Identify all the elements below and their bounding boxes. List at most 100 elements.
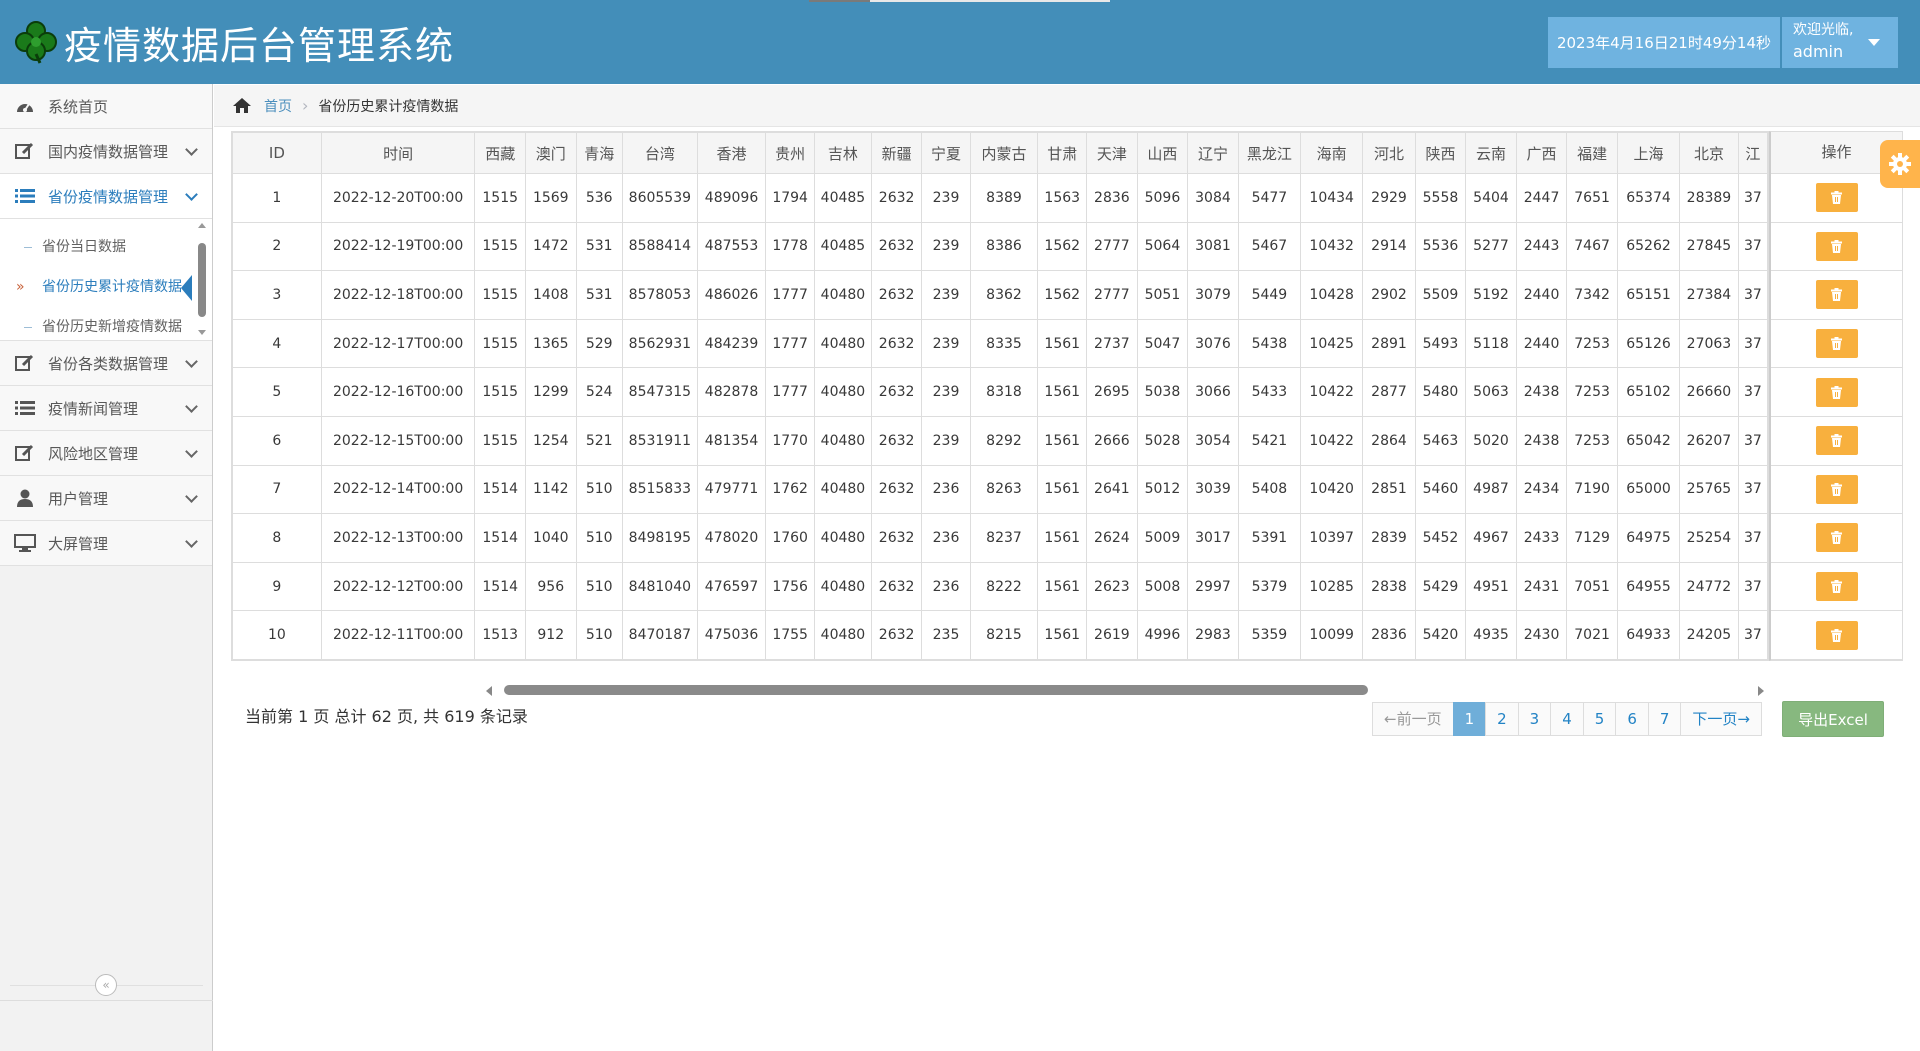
column-header[interactable]: ID: [232, 132, 322, 174]
table-cell: 3039: [1187, 464, 1239, 515]
home-icon[interactable]: [232, 97, 252, 114]
table-cell: 5408: [1237, 464, 1302, 515]
page-4-button[interactable]: 4: [1550, 702, 1584, 736]
sidebar-item-national-data[interactable]: 国内疫情数据管理: [0, 129, 212, 174]
prev-page-button[interactable]: ←前一页: [1372, 702, 1454, 736]
column-header[interactable]: 新疆: [870, 132, 923, 174]
breadcrumb-home-link[interactable]: 首页: [264, 96, 292, 116]
column-header[interactable]: 香港: [696, 132, 767, 174]
column-header[interactable]: 江: [1737, 132, 1768, 174]
table-row: 9 2022-12-12T00:00 1514 956 510 8481040 476597…: [232, 561, 1768, 612]
double-chevron-left-icon[interactable]: «: [95, 974, 117, 996]
sidebar-item-home[interactable]: 系统首页: [0, 84, 212, 129]
submenu-item-daily[interactable]: 省份当日数据: [0, 227, 196, 267]
table-cell: 481354: [696, 415, 767, 466]
action-cell: [1771, 417, 1902, 466]
column-header[interactable]: 贵州: [765, 132, 816, 174]
delete-button[interactable]: [1815, 377, 1858, 407]
caret-down-icon: [1868, 39, 1880, 46]
trash-icon: [1831, 434, 1842, 448]
delete-button[interactable]: [1815, 329, 1858, 359]
column-header[interactable]: 时间: [320, 132, 476, 174]
action-cell: [1771, 466, 1902, 515]
column-header[interactable]: 宁夏: [921, 132, 971, 174]
submenu-item-history-cumulative[interactable]: » 省份历史累计疫情数据: [0, 267, 196, 307]
delete-button[interactable]: [1815, 572, 1858, 602]
column-header[interactable]: 广西: [1515, 132, 1568, 174]
column-header[interactable]: 内蒙古: [969, 132, 1039, 174]
table-cell: 5460: [1414, 464, 1467, 515]
page-5-button[interactable]: 5: [1582, 702, 1617, 736]
column-header[interactable]: 陕西: [1414, 132, 1467, 174]
page-2-button[interactable]: 2: [1485, 702, 1519, 736]
settings-gear-icon[interactable]: [1880, 140, 1920, 188]
delete-button[interactable]: [1815, 474, 1858, 504]
table-cell: 1756: [765, 561, 816, 612]
sidebar-item-users[interactable]: 用户管理: [0, 476, 212, 521]
page-1-button[interactable]: 1: [1452, 702, 1487, 736]
table-cell: 1569: [524, 173, 577, 223]
delete-button[interactable]: [1815, 280, 1858, 310]
column-header[interactable]: 山西: [1136, 132, 1189, 174]
sidebar-item-province-data[interactable]: 省份疫情数据管理: [0, 174, 212, 219]
sidebar-item-news[interactable]: 疫情新闻管理: [0, 386, 212, 431]
sidebar-item-screen[interactable]: 大屏管理: [0, 521, 212, 566]
scroll-right-icon[interactable]: [1758, 686, 1764, 696]
delete-button[interactable]: [1815, 231, 1858, 261]
column-header[interactable]: 甘肃: [1037, 132, 1088, 174]
table-cell: 25765: [1679, 464, 1739, 515]
table-cell: 239: [921, 221, 971, 272]
column-header[interactable]: 北京: [1679, 132, 1739, 174]
table-cell: 1365: [524, 318, 577, 369]
top-navbar: 疫情数据后台管理系统 2023年4月16日21时49分14秒 欢迎光临, adm…: [0, 0, 1920, 84]
brand[interactable]: 疫情数据后台管理系统: [14, 14, 454, 70]
column-header[interactable]: 吉林: [814, 132, 872, 174]
horizontal-scrollbar[interactable]: [486, 683, 1764, 697]
column-header[interactable]: 福建: [1566, 132, 1618, 174]
delete-button[interactable]: [1815, 183, 1858, 213]
table-cell: 1562: [1037, 221, 1088, 272]
dashboard-icon: [14, 96, 36, 116]
table-cell: 8386: [969, 221, 1039, 272]
sidebar-item-province-category[interactable]: 省份各类数据管理: [0, 341, 212, 386]
column-header[interactable]: 河北: [1362, 132, 1416, 174]
table-cell: 26207: [1679, 415, 1739, 466]
scroll-left-icon[interactable]: [486, 686, 492, 696]
table-cell: 2438: [1515, 415, 1568, 466]
table-cell: 10285: [1300, 561, 1364, 612]
table-cell: 476597: [696, 561, 767, 612]
delete-button[interactable]: [1815, 523, 1858, 553]
sidebar-item-risk-areas[interactable]: 风险地区管理: [0, 431, 212, 476]
export-excel-button[interactable]: 导出Excel: [1782, 701, 1884, 737]
column-header[interactable]: 辽宁: [1187, 132, 1239, 174]
submenu-scrollbar[interactable]: [197, 223, 207, 335]
table-cell: 2022-12-20T00:00: [320, 173, 476, 223]
column-header[interactable]: 上海: [1616, 132, 1681, 174]
table-cell: 5558: [1414, 173, 1467, 223]
table-cell: 7051: [1566, 561, 1618, 612]
delete-button[interactable]: [1815, 620, 1858, 650]
column-header[interactable]: 澳门: [524, 132, 577, 174]
column-header[interactable]: 青海: [575, 132, 623, 174]
table-cell: 5047: [1136, 318, 1189, 369]
table-cell: 5509: [1414, 270, 1467, 320]
table-cell: 2632: [870, 221, 923, 272]
user-menu[interactable]: 欢迎光临, admin: [1782, 17, 1898, 68]
table-cell: 2632: [870, 561, 923, 612]
page-6-button[interactable]: 6: [1615, 702, 1649, 736]
table-cell: 27845: [1679, 221, 1739, 272]
column-header[interactable]: 海南: [1300, 132, 1364, 174]
column-header[interactable]: 天津: [1086, 132, 1138, 174]
table-cell: 236: [921, 464, 971, 515]
scrollbar-thumb[interactable]: [504, 685, 1368, 695]
next-page-button[interactable]: 下一页→: [1680, 702, 1762, 736]
delete-button[interactable]: [1815, 426, 1858, 456]
column-header[interactable]: 西藏: [474, 132, 526, 174]
column-header[interactable]: 云南: [1465, 132, 1517, 174]
table-cell: 7190: [1566, 464, 1618, 515]
page-7-button[interactable]: 7: [1647, 702, 1682, 736]
table-cell: 4951: [1465, 561, 1517, 612]
column-header[interactable]: 黑龙江: [1237, 132, 1302, 174]
page-3-button[interactable]: 3: [1517, 702, 1552, 736]
column-header[interactable]: 台湾: [621, 132, 698, 174]
